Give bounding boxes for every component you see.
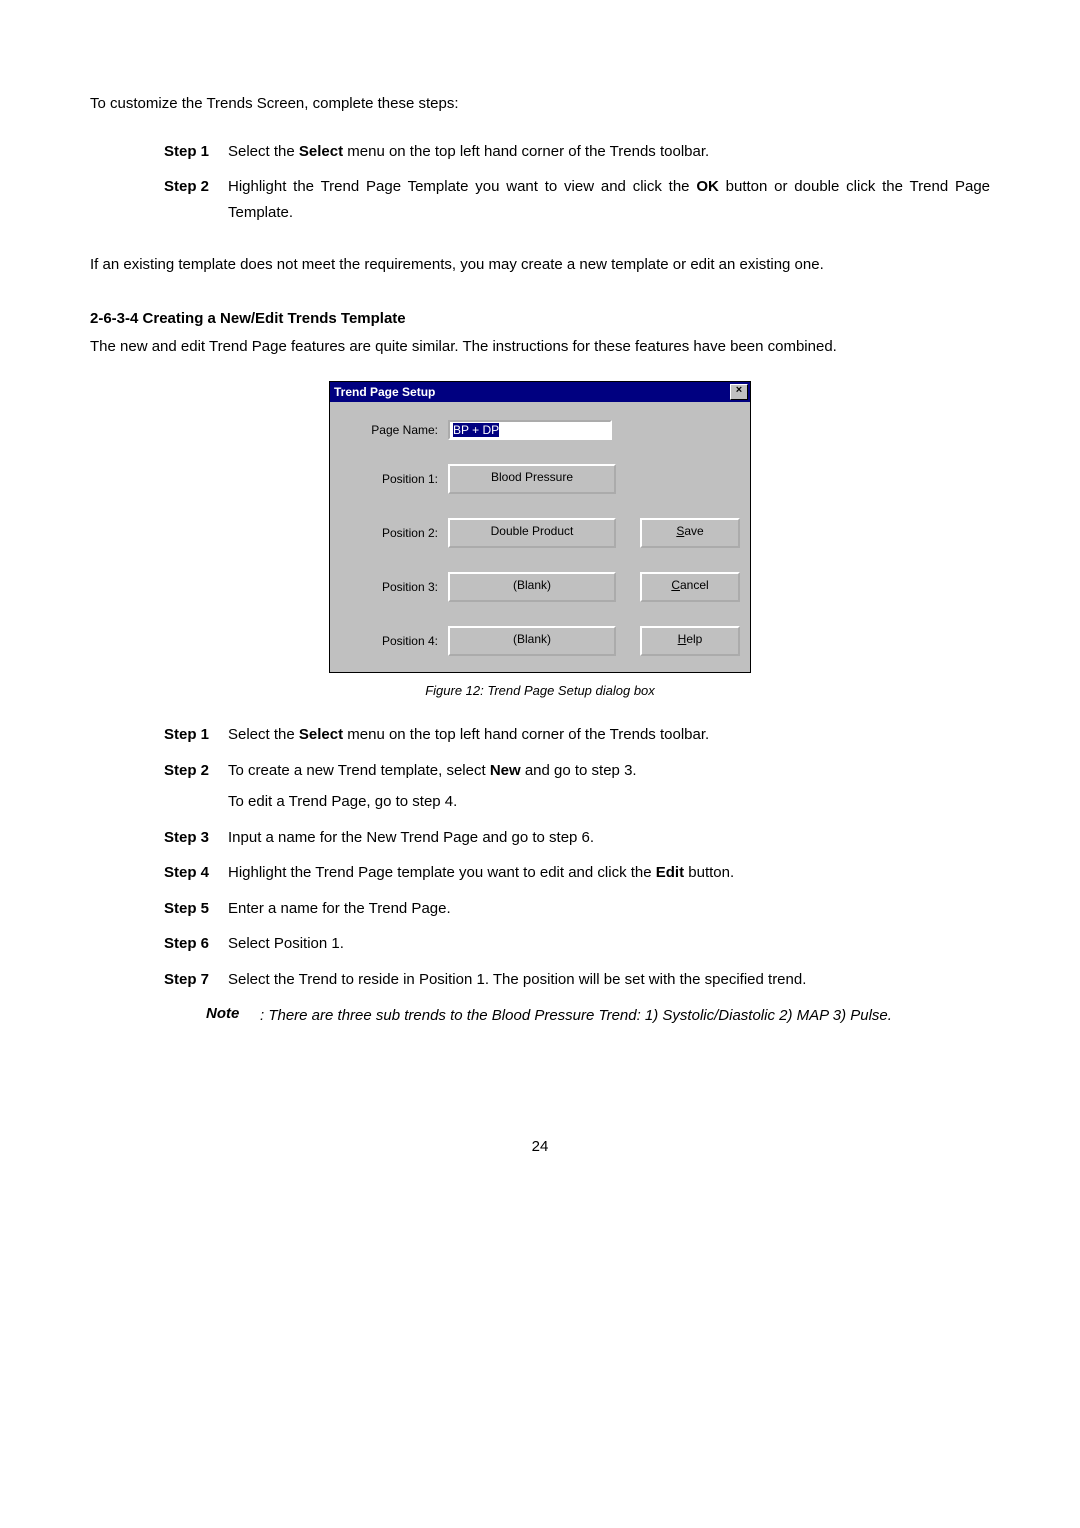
step-1: Step 1 Select the Select menu on the top… [164, 722, 990, 748]
position-1-button[interactable]: Blood Pressure [448, 464, 616, 494]
step-label: Step 4 [164, 860, 228, 886]
step-label: Step 7 [164, 967, 228, 993]
text-part: To create a new Trend template, select [228, 762, 490, 779]
top-step-2: Step 2 Highlight the Trend Page Template… [164, 174, 990, 225]
text-part: menu on the top left hand corner of the … [343, 726, 709, 743]
page-number: 24 [90, 1138, 990, 1155]
step-2: Step 2 To create a new Trend template, s… [164, 758, 990, 815]
mnemonic: S [676, 524, 684, 538]
page-name-row: Page Name: BP + DP [344, 420, 736, 440]
step-6: Step 6 Select Position 1. [164, 931, 990, 957]
cancel-button[interactable]: Cancel [640, 572, 740, 602]
top-step-1: Step 1 Select the Select menu on the top… [164, 139, 990, 165]
section-heading: 2-6-3-4 Creating a New/Edit Trends Templ… [90, 310, 990, 327]
heading-paragraph: The new and edit Trend Page features are… [90, 333, 990, 362]
step-text: Select the Select menu on the top left h… [228, 139, 990, 165]
dialog-titlebar: Trend Page Setup × [330, 382, 750, 402]
close-icon[interactable]: × [730, 384, 748, 400]
step-label: Step 1 [164, 722, 228, 748]
step-label: Step 3 [164, 825, 228, 851]
note-label: Note [206, 1005, 239, 1022]
page-name-label: Page Name: [344, 423, 448, 437]
mnemonic: C [671, 578, 680, 592]
text-part: button. [684, 864, 734, 881]
step-text: Select the Select menu on the top left h… [228, 722, 990, 748]
text-part: Highlight the Trend Page template you wa… [228, 864, 656, 881]
text-part: and go to step 3. [521, 762, 637, 779]
step-text: Input a name for the New Trend Page and … [228, 825, 990, 851]
bold-part: New [490, 762, 521, 779]
bold-part: Edit [656, 864, 684, 881]
step-label: Step 2 [164, 174, 228, 225]
position-label: Position 3: [344, 580, 448, 594]
save-button[interactable]: Save [640, 518, 740, 548]
step-4: Step 4 Highlight the Trend Page template… [164, 860, 990, 886]
step-label: Step 1 [164, 139, 228, 165]
bold-part: Select [299, 726, 343, 743]
trend-page-setup-dialog: Trend Page Setup × Page Name: BP + DP Po… [329, 381, 751, 673]
help-button[interactable]: Help [640, 626, 740, 656]
note-block: Note : There are three sub trends to the… [206, 1002, 990, 1028]
step-label: Step 2 [164, 758, 228, 815]
step-label: Step 6 [164, 931, 228, 957]
step-text: Highlight the Trend Page Template you wa… [228, 174, 990, 225]
mnemonic: H [678, 632, 687, 646]
figure-caption: Figure 12: Trend Page Setup dialog box [90, 683, 990, 698]
page-name-value: BP + DP [453, 423, 499, 437]
position-3-button[interactable]: (Blank) [448, 572, 616, 602]
position-1-row: Position 1: Blood Pressure [344, 464, 736, 494]
step-text: Select Position 1. [228, 931, 990, 957]
intro-text: To customize the Trends Screen, complete… [90, 90, 990, 119]
main-steps-block: Step 1 Select the Select menu on the top… [164, 722, 990, 1028]
dialog-body: Page Name: BP + DP Position 1: Blood Pre… [330, 402, 750, 672]
step-text: Enter a name for the Trend Page. [228, 896, 990, 922]
bold-part: Select [299, 143, 343, 160]
bold-part: OK [696, 178, 719, 195]
step-3: Step 3 Input a name for the New Trend Pa… [164, 825, 990, 851]
position-label: Position 1: [344, 472, 448, 486]
page-name-input[interactable]: BP + DP [448, 420, 612, 440]
text-part: menu on the top left hand corner of the … [343, 143, 709, 160]
text-part: Select the [228, 143, 299, 160]
step-text: To create a new Trend template, select N… [228, 758, 990, 815]
top-steps-block: Step 1 Select the Select menu on the top… [164, 139, 990, 226]
step-label: Step 5 [164, 896, 228, 922]
position-2-button[interactable]: Double Product [448, 518, 616, 548]
step-5: Step 5 Enter a name for the Trend Page. [164, 896, 990, 922]
step-7: Step 7 Select the Trend to reside in Pos… [164, 967, 990, 993]
position-2-row: Position 2: Double Product Save [344, 518, 736, 548]
position-4-row: Position 4: (Blank) Help [344, 626, 736, 656]
position-4-button[interactable]: (Blank) [448, 626, 616, 656]
position-label: Position 4: [344, 634, 448, 648]
dialog-title: Trend Page Setup [334, 385, 435, 399]
text-part: Highlight the Trend Page Template you wa… [228, 178, 696, 195]
position-3-row: Position 3: (Blank) Cancel [344, 572, 736, 602]
position-label: Position 2: [344, 526, 448, 540]
step-text: Highlight the Trend Page template you wa… [228, 860, 990, 886]
mid-paragraph: If an existing template does not meet th… [90, 251, 990, 280]
text-part: Select the [228, 726, 299, 743]
step-text: Select the Trend to reside in Position 1… [228, 967, 990, 993]
step-text-line2: To edit a Trend Page, go to step 4. [228, 789, 990, 815]
note-text: : There are three sub trends to the Bloo… [260, 1004, 990, 1028]
